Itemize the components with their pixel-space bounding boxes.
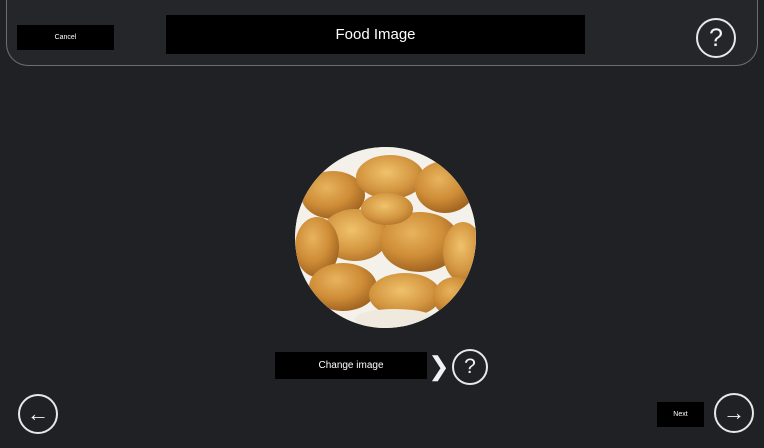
help-icon[interactable]: ? xyxy=(696,18,736,58)
next-button[interactable]: Next xyxy=(657,402,704,427)
change-image-help-icon[interactable]: ? xyxy=(452,349,488,385)
next-arrow-icon[interactable]: → xyxy=(714,393,754,433)
nuggets-photo-icon xyxy=(295,147,476,328)
change-image-button[interactable]: Change image xyxy=(275,352,427,379)
cancel-button[interactable]: Cancel xyxy=(17,25,114,50)
back-arrow-icon[interactable]: ← xyxy=(18,394,58,434)
chevron-right-icon[interactable]: ❯ xyxy=(428,353,450,379)
food-image-screen: Cancel Food Image ? Change image ❯ ? ← N… xyxy=(0,0,764,448)
page-title: Food Image xyxy=(166,15,585,54)
food-image xyxy=(295,147,476,328)
